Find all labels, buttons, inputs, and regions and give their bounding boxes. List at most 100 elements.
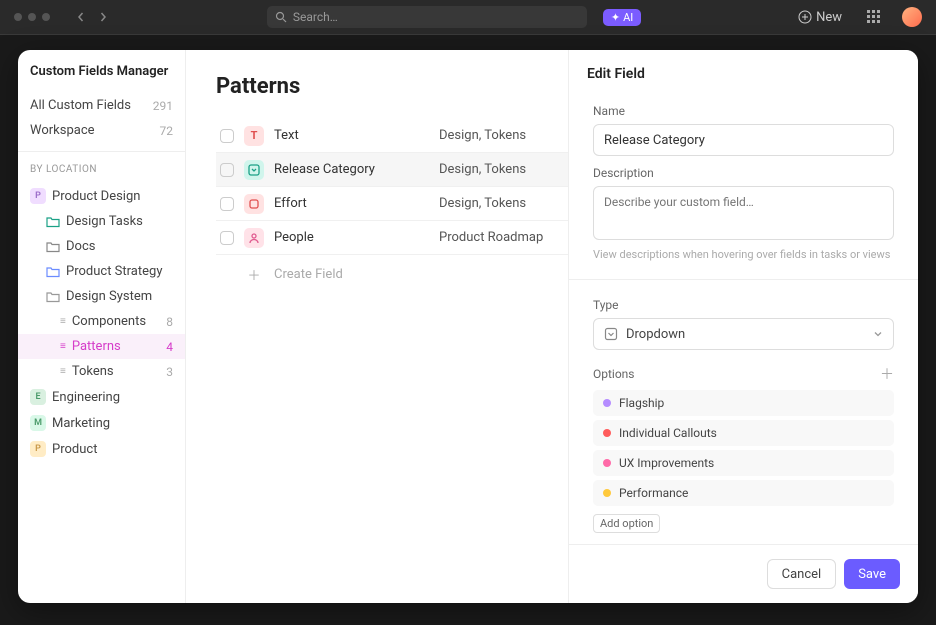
space-name: Product — [52, 442, 97, 457]
option-name: UX Improvements — [619, 456, 714, 470]
add-option-button[interactable]: Add option — [593, 514, 660, 533]
search-icon — [275, 11, 287, 23]
field-type-icon — [244, 228, 264, 248]
folder-icon — [46, 265, 60, 279]
all-fields-label: All Custom Fields — [30, 98, 131, 113]
option-color-dot — [603, 429, 611, 437]
plus-circle-icon — [798, 10, 812, 24]
field-type-icon — [244, 194, 264, 214]
forward-button[interactable] — [96, 10, 110, 24]
field-spaces: Design, Tokens — [439, 196, 526, 211]
options-label: Options — [593, 367, 635, 381]
ai-button[interactable]: ✦ AI — [603, 9, 641, 26]
folder-icon — [46, 215, 60, 229]
row-checkbox[interactable] — [220, 129, 234, 143]
add-option-icon[interactable]: ＋ — [880, 364, 894, 384]
folder-name: Docs — [66, 239, 95, 254]
sidebar-space-product[interactable]: P Product — [18, 436, 185, 462]
list-name: Tokens — [72, 364, 114, 379]
sidebar-folder-product-strategy[interactable]: Product Strategy — [18, 259, 185, 284]
space-badge: P — [30, 188, 46, 204]
type-select[interactable]: Dropdown — [593, 318, 894, 350]
cancel-button[interactable]: Cancel — [767, 559, 837, 589]
option-color-dot — [603, 489, 611, 497]
row-checkbox[interactable] — [220, 231, 234, 245]
folder-open-icon — [46, 290, 60, 304]
space-badge: M — [30, 415, 46, 431]
name-input[interactable] — [593, 124, 894, 156]
option-color-dot — [603, 459, 611, 467]
close-dot[interactable] — [14, 13, 22, 21]
space-badge: P — [30, 441, 46, 457]
description-input[interactable] — [593, 186, 894, 240]
chevron-down-icon — [873, 329, 883, 339]
apps-grid-icon[interactable] — [866, 9, 882, 25]
sidebar-space-engineering[interactable]: E Engineering — [18, 384, 185, 410]
panel-title: Edit Field — [569, 50, 918, 94]
ai-icon: ✦ — [611, 11, 620, 24]
panel-body: Name Description View descriptions when … — [569, 94, 918, 544]
sidebar-folder-design-system[interactable]: Design System — [18, 284, 185, 309]
topbar: Search… ✦ AI New — [0, 0, 936, 35]
list-count: 3 — [166, 365, 173, 379]
sidebar-folder-design-tasks[interactable]: Design Tasks — [18, 209, 185, 234]
sidebar-folder-docs[interactable]: Docs — [18, 234, 185, 259]
space-name: Engineering — [52, 390, 120, 405]
list-name: Components — [72, 314, 146, 329]
min-dot[interactable] — [28, 13, 36, 21]
field-spaces: Design, Tokens — [439, 162, 526, 177]
folder-name: Product Strategy — [66, 264, 162, 279]
save-button[interactable]: Save — [844, 559, 900, 589]
type-value: Dropdown — [626, 327, 685, 342]
option-item[interactable]: Individual Callouts — [593, 420, 894, 446]
divider — [18, 151, 185, 152]
manager-modal: Custom Fields Manager All Custom Fields … — [18, 50, 918, 603]
field-name: People — [274, 230, 429, 245]
global-search[interactable]: Search… — [267, 6, 587, 28]
sidebar-title: Custom Fields Manager — [18, 64, 185, 93]
field-name: Effort — [274, 196, 429, 211]
nav-arrows — [74, 10, 110, 24]
sidebar-space-product-design[interactable]: P Product Design — [18, 183, 185, 209]
option-color-dot — [603, 399, 611, 407]
option-item[interactable]: UX Improvements — [593, 450, 894, 476]
field-spaces: Design, Tokens — [439, 128, 526, 143]
field-name: Release Category — [274, 162, 429, 177]
sidebar-space-marketing[interactable]: M Marketing — [18, 410, 185, 436]
space-name: Product Design — [52, 189, 140, 204]
edit-field-panel: Edit Field Name Description View descrip… — [568, 50, 918, 603]
options-header: Options ＋ — [593, 364, 894, 384]
description-hint: View descriptions when hovering over fie… — [593, 248, 894, 261]
sidebar: Custom Fields Manager All Custom Fields … — [18, 50, 186, 603]
create-label: Create Field — [274, 267, 343, 282]
workspace-count: 72 — [160, 124, 174, 138]
sidebar-list-patterns[interactable]: ≡Patterns 4 — [18, 334, 185, 359]
option-name: Flagship — [619, 396, 664, 410]
list-icon: ≡ — [60, 341, 66, 352]
folder-icon — [46, 240, 60, 254]
sidebar-workspace[interactable]: Workspace 72 — [18, 118, 185, 143]
row-checkbox[interactable] — [220, 197, 234, 211]
sidebar-list-tokens[interactable]: ≡ Tokens 3 — [18, 359, 185, 384]
back-button[interactable] — [74, 10, 88, 24]
row-checkbox[interactable] — [220, 163, 234, 177]
field-type-icon: T — [244, 126, 264, 146]
field-type-icon — [244, 160, 264, 180]
new-button[interactable]: New — [798, 10, 842, 25]
option-item[interactable]: Flagship — [593, 390, 894, 416]
space-badge: E — [30, 389, 46, 405]
name-label: Name — [593, 104, 894, 118]
option-name: Performance — [619, 486, 688, 500]
plus-icon: ＋ — [244, 265, 264, 284]
new-label: New — [816, 10, 842, 25]
sidebar-all-fields[interactable]: All Custom Fields 291 — [18, 93, 185, 118]
field-name: Text — [274, 128, 429, 143]
user-avatar[interactable] — [902, 7, 922, 27]
sidebar-list-components[interactable]: ≡Components 8 — [18, 309, 185, 334]
list-icon: ≡ — [60, 366, 66, 377]
list-icon: ≡ — [60, 316, 66, 327]
option-item[interactable]: Performance — [593, 480, 894, 506]
max-dot[interactable] — [42, 13, 50, 21]
description-label: Description — [593, 166, 894, 180]
type-label: Type — [593, 298, 894, 312]
